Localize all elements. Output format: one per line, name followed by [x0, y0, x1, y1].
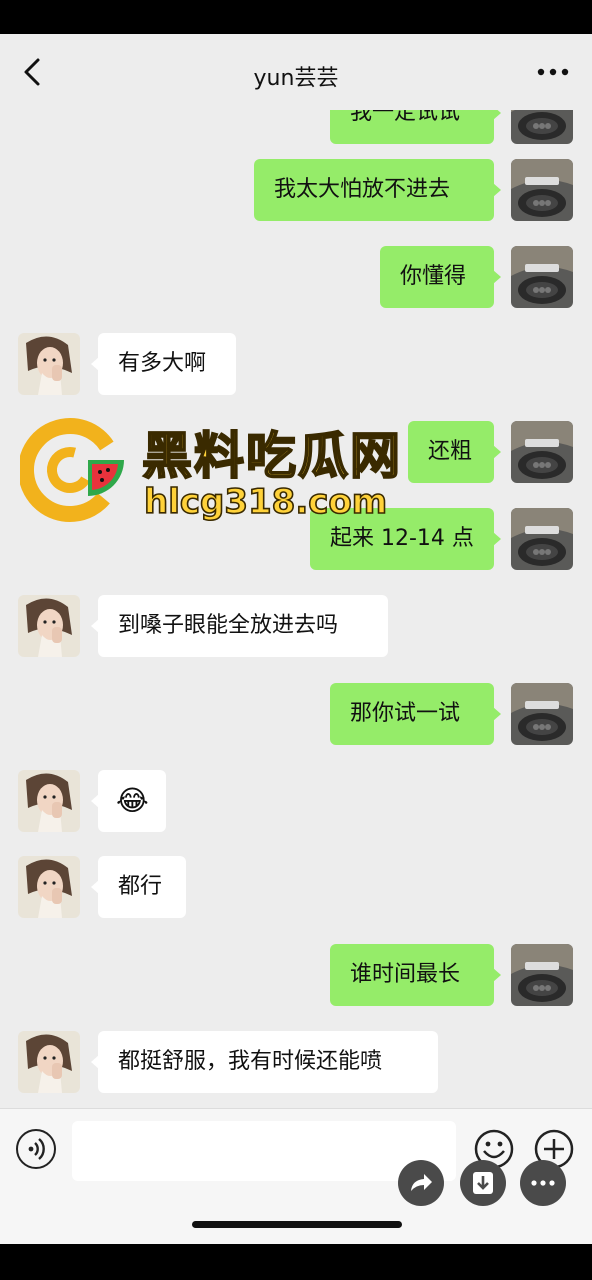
message-bubble[interactable]: 都挺舒服，我有时候还能喷 [91, 1031, 438, 1093]
avatar[interactable] [511, 944, 573, 1006]
voice-button[interactable] [16, 1129, 56, 1169]
contact-avatar-image [18, 856, 80, 918]
contact-avatar-image [511, 159, 573, 221]
message-bubble[interactable]: 谁时间最长 [330, 944, 501, 1006]
more-button[interactable] [536, 60, 570, 84]
download-icon [473, 1172, 493, 1194]
contact-avatar-image [511, 683, 573, 745]
message-bubble[interactable]: 到嗓子眼能全放进去吗 [91, 595, 388, 657]
contact-avatar-image [18, 333, 80, 395]
avatar[interactable] [18, 595, 80, 657]
contact-avatar-image [511, 944, 573, 1006]
chat-title: yun芸芸 [253, 66, 339, 91]
home-indicator [192, 1221, 402, 1228]
avatar[interactable] [511, 159, 573, 221]
chat-screen: yun芸芸 我一定试试 我太大怕放不进去 你懂得 有多大啊 还粗 起来 12-14 点到嗓… [0, 34, 592, 1244]
message-bubble[interactable]: 你懂得 [380, 246, 501, 308]
phone-frame: yun芸芸 我一定试试 我太大怕放不进去 你懂得 有多大啊 还粗 起来 12-14 点到嗓… [0, 0, 592, 1280]
avatar[interactable] [18, 856, 80, 918]
contact-avatar-image [511, 421, 573, 483]
share-button[interactable] [398, 1160, 444, 1206]
avatar[interactable] [511, 421, 573, 483]
avatar[interactable] [18, 770, 80, 832]
watermark-title: 黑料吃瓜网 [141, 426, 402, 486]
share-icon [411, 1174, 432, 1191]
message-bubble[interactable]: 那你试一试 [330, 683, 501, 745]
more-dots-icon [537, 68, 569, 76]
more-dots-icon [531, 1180, 555, 1186]
contact-avatar-image [511, 246, 573, 308]
contact-avatar-image [18, 595, 80, 657]
message-bubble[interactable]: 😂 [91, 770, 166, 832]
message-bubble[interactable]: 有多大啊 [91, 333, 236, 395]
message-bubble[interactable]: 我太大怕放不进去 [254, 159, 501, 221]
chat-header: yun芸芸 [0, 34, 592, 110]
watermark-url: hlcg318.com [143, 481, 388, 523]
avatar[interactable] [511, 683, 573, 745]
download-button[interactable] [460, 1160, 506, 1206]
contact-avatar-image [18, 1031, 80, 1093]
watermark-logo [20, 418, 124, 522]
contact-avatar-image [511, 508, 573, 570]
avatar[interactable] [511, 246, 573, 308]
avatar[interactable] [511, 508, 573, 570]
menu-button[interactable] [520, 1160, 566, 1206]
message-bubble[interactable]: 都行 [91, 856, 186, 918]
avatar[interactable] [18, 333, 80, 395]
contact-avatar-image [18, 770, 80, 832]
voice-icon [28, 1138, 45, 1160]
watermark: 黑料吃瓜网 hlcg318.com [20, 416, 440, 534]
avatar[interactable] [18, 1031, 80, 1093]
